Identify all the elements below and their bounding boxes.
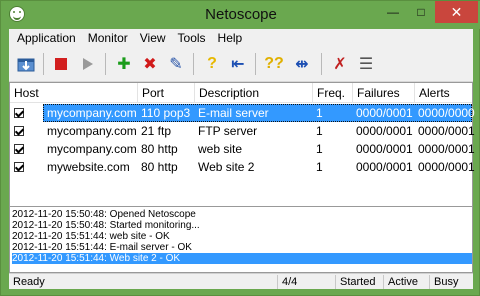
host-cell: mycompany.com: [47, 142, 137, 156]
title-bar[interactable]: Netoscope — □ ✕: [1, 1, 480, 29]
help-icon[interactable]: ?: [201, 53, 223, 75]
list-icon[interactable]: ☰: [355, 53, 377, 75]
edit-icon[interactable]: ✎: [165, 53, 187, 75]
description-cell: Web site 2: [198, 160, 255, 174]
port-cell: 110 pop3: [141, 106, 191, 120]
toolbar-separator: [193, 53, 194, 75]
failures-cell: 0000/0001: [356, 106, 413, 120]
description-cell: web site: [198, 142, 243, 156]
failures-cell: 0000/0001: [356, 160, 413, 174]
mute-icon[interactable]: ✗: [329, 53, 351, 75]
freq-cell: 1: [316, 106, 323, 120]
menu-view[interactable]: View: [136, 29, 172, 47]
help-all-icon[interactable]: ??: [263, 53, 285, 75]
port-cell: 21 ftp: [141, 124, 172, 138]
maximize-button[interactable]: □: [407, 1, 435, 23]
table-row[interactable]: mycompany.com 21 ftp FTP server 1 0000/0…: [10, 122, 475, 140]
table-row[interactable]: mycompany.com 110 pop3 E-mail server 1 0…: [10, 104, 475, 122]
delete-icon[interactable]: ✖: [139, 53, 161, 75]
column-host[interactable]: Host: [10, 83, 138, 103]
column-port[interactable]: Port: [138, 83, 195, 103]
play-icon[interactable]: [77, 53, 99, 75]
stop-icon[interactable]: [50, 53, 72, 75]
add-icon[interactable]: ✚: [113, 53, 135, 75]
status-active: Active: [383, 275, 427, 289]
application-window: Netoscope — □ ✕ Application Monitor View…: [0, 0, 480, 296]
toolbar-separator: [43, 53, 44, 75]
host-cell: mycompany.com: [47, 124, 137, 138]
log-line: 2012-11-20 15:50:48: Started monitoring.…: [12, 220, 200, 231]
import-icon[interactable]: [15, 53, 37, 75]
close-button[interactable]: ✕: [435, 1, 478, 23]
client-area: Application Monitor View Tools Help ✚ ✖ …: [9, 29, 475, 289]
status-state: Started: [335, 275, 381, 289]
log-line: 2012-11-20 15:51:44: web site - OK: [12, 231, 170, 242]
column-failures[interactable]: Failures: [353, 83, 415, 103]
toolbar-separator: [255, 53, 256, 75]
log-line: 2012-11-20 15:51:44: E-mail server - OK: [12, 242, 192, 253]
toolbar-separator: [105, 53, 106, 75]
status-count: 4/4: [277, 275, 333, 289]
failures-cell: 0000/0001: [356, 124, 413, 138]
minimize-button[interactable]: —: [379, 1, 407, 23]
toolbar-separator: [321, 53, 322, 75]
host-cell: mywebsite.com: [47, 160, 130, 174]
menu-tools[interactable]: Tools: [174, 29, 212, 47]
freq-cell: 1: [316, 142, 323, 156]
description-cell: E-mail server: [198, 106, 269, 120]
menu-bar: Application Monitor View Tools Help: [9, 29, 473, 47]
menu-help[interactable]: Help: [214, 29, 249, 47]
port-cell: 80 http: [141, 160, 178, 174]
hosts-table[interactable]: Host Port Description Freq. Failures Ale…: [9, 82, 475, 207]
toolbar: ✚ ✖ ✎ ? ⇤ ?? ⇹ ✗ ☰: [9, 47, 473, 82]
alerts-cell: 0000/0001: [418, 142, 475, 156]
log-list[interactable]: 2012-11-20 15:50:48: Opened Netoscope 20…: [9, 206, 473, 273]
menu-monitor[interactable]: Monitor: [84, 29, 134, 47]
alerts-cell: 0000/0000: [418, 106, 475, 120]
row-checkbox[interactable]: [14, 126, 24, 136]
alerts-cell: 0000/0001: [418, 160, 475, 174]
table-row[interactable]: mycompany.com 80 http web site 1 0000/00…: [10, 140, 475, 158]
status-ready: Ready: [13, 276, 45, 288]
host-cell: mycompany.com: [47, 106, 137, 120]
back-icon[interactable]: ⇤: [227, 53, 249, 75]
row-checkbox[interactable]: [14, 162, 24, 172]
log-line: 2012-11-20 15:50:48: Opened Netoscope: [12, 209, 196, 220]
status-bar: Ready 4/4 Started Active Busy: [9, 273, 473, 289]
row-checkbox[interactable]: [14, 144, 24, 154]
status-busy: Busy: [429, 275, 473, 289]
column-alerts[interactable]: Alerts: [415, 83, 472, 103]
log-line-selected[interactable]: 2012-11-20 15:51:44: Web site 2 - OK: [12, 253, 472, 264]
row-checkbox[interactable]: [14, 108, 24, 118]
column-freq[interactable]: Freq.: [313, 83, 353, 103]
description-cell: FTP server: [198, 124, 258, 138]
port-cell: 80 http: [141, 142, 178, 156]
table-row[interactable]: mywebsite.com 80 http Web site 2 1 0000/…: [10, 158, 475, 176]
menu-application[interactable]: Application: [13, 29, 82, 47]
failures-cell: 0000/0001: [356, 142, 413, 156]
align-icon[interactable]: ⇹: [291, 53, 313, 75]
freq-cell: 1: [316, 160, 323, 174]
freq-cell: 1: [316, 124, 323, 138]
column-description[interactable]: Description: [195, 83, 313, 103]
alerts-cell: 0000/0001: [418, 124, 475, 138]
